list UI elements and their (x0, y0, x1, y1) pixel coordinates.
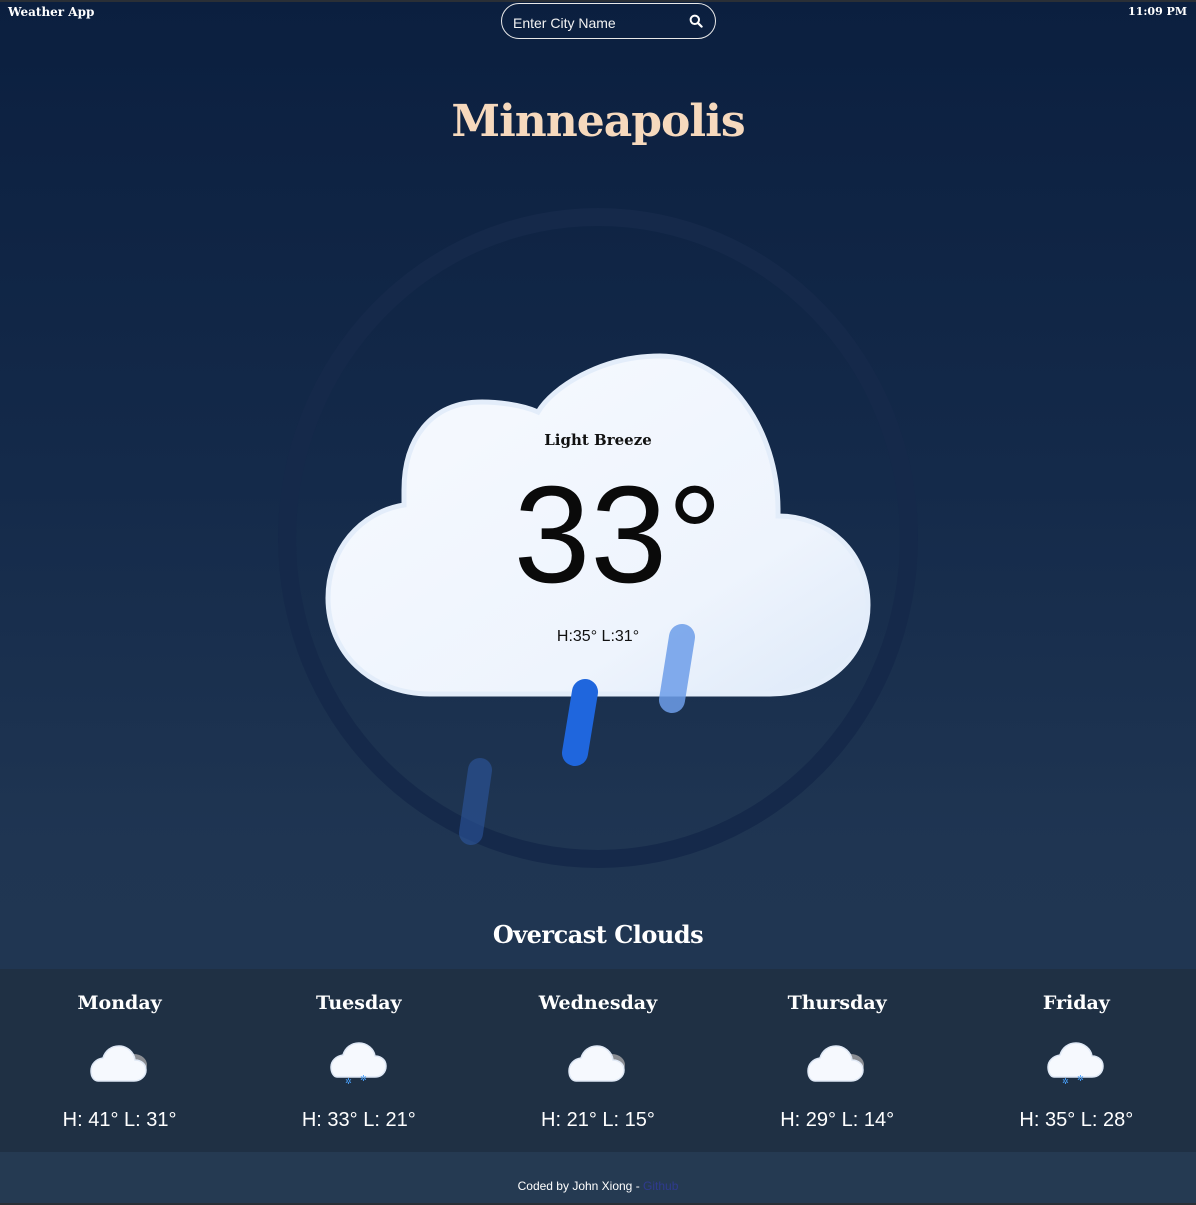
forecast-day: Wednesday H: 21° L: 15° (478, 969, 717, 1152)
cloudy-icon (807, 1045, 865, 1082)
wind-label: Light Breeze (544, 431, 652, 449)
svg-text:✲: ✲ (345, 1077, 352, 1085)
svg-text:✲: ✲ (1062, 1077, 1069, 1085)
svg-text:✲: ✲ (360, 1074, 367, 1083)
top-border (0, 0, 1196, 2)
forecast-day: Tuesday ✲ ✲ H: 33° L: 21° (239, 969, 478, 1152)
forecast-temps: H: 21° L: 15° (541, 1109, 655, 1131)
forecast-temps: H: 33° L: 21° (301, 1109, 416, 1131)
snow-cloud-icon: ✲ ✲ (1047, 1042, 1105, 1085)
forecast-temps: H: 35° L: 28° (1019, 1109, 1134, 1131)
city-name: Minneapolis (451, 96, 745, 147)
github-link[interactable]: Github (643, 1179, 678, 1193)
forecast-day: Thursday H: 29° L: 14° (718, 969, 957, 1152)
forecast-day-name: Tuesday (315, 992, 402, 1014)
footer-text: Coded by John Xiong - (517, 1179, 644, 1193)
app-title: Weather App (8, 5, 95, 19)
footer: Coded by John Xiong - Github (0, 1152, 1196, 1203)
forecast-day-name: Monday (77, 992, 162, 1014)
weather-description: Overcast Clouds (492, 920, 704, 949)
current-temperature: 33° (513, 458, 723, 612)
snow-cloud-icon: ✲ ✲ (330, 1042, 387, 1085)
forecast-strip: Monday H: 41° L: 31° Tuesday ✲ ✲ H: 33° … (0, 969, 1196, 1152)
forecast-day: Friday ✲ ✲ H: 35° L: 28° (957, 969, 1196, 1152)
forecast-day: Monday H: 41° L: 31° (0, 969, 239, 1152)
search-icon[interactable] (689, 14, 705, 30)
forecast-day-name: Friday (1042, 992, 1110, 1014)
cloudy-icon (89, 1045, 147, 1082)
svg-text:✲: ✲ (1077, 1074, 1084, 1083)
forecast-day-name: Thursday (787, 992, 887, 1014)
forecast-temps: H: 41° L: 31° (62, 1109, 177, 1131)
clock: 11:09 PM (1128, 5, 1187, 18)
raindrops-icon (459, 624, 695, 845)
footer-credit: Coded by John Xiong - Github (0, 1179, 1196, 1193)
cloudy-icon (568, 1045, 625, 1082)
search-input[interactable] (511, 12, 685, 34)
search-bar (501, 3, 716, 39)
forecast-temps: H: 29° L: 14° (780, 1109, 895, 1131)
forecast-day-name: Wednesday (538, 992, 658, 1014)
